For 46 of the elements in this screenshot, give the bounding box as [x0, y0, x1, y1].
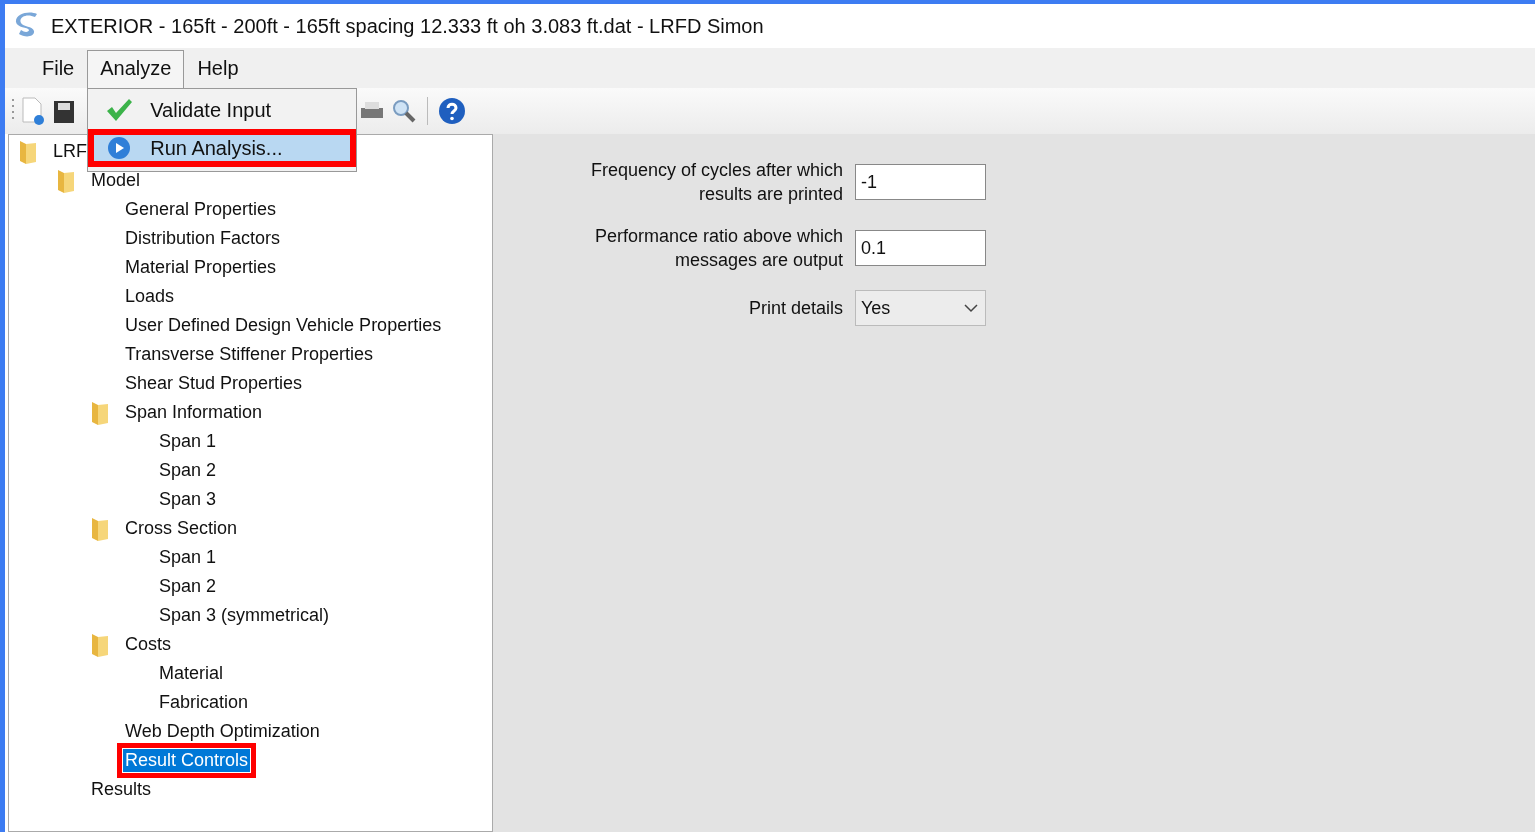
menu-entry[interactable]: Validate Input — [88, 91, 357, 129]
menu-entry[interactable]: Run Analysis... — [88, 129, 357, 167]
tree-item[interactable]: LRF — [51, 140, 89, 163]
field-label: Frequency of cycles after which results are printed — [589, 159, 843, 206]
tree-item[interactable]: Loads — [123, 285, 177, 308]
tree-item[interactable]: Cross Section — [123, 517, 240, 540]
folder-icon — [89, 515, 111, 542]
tree-item[interactable]: General Properties — [123, 198, 279, 221]
menu-item[interactable]: File — [29, 50, 88, 88]
tree-item[interactable]: Model — [89, 169, 143, 192]
tree-item[interactable]: Costs — [123, 633, 173, 656]
dropdown-field[interactable]: Yes — [855, 290, 986, 326]
folder-icon — [55, 167, 77, 194]
new-document-icon[interactable] — [21, 96, 47, 126]
field-label: Performance ratio above which messages are output — [593, 225, 843, 272]
menu-item[interactable]: Help — [184, 50, 252, 88]
tree-item[interactable]: Web Depth Optimization — [123, 720, 322, 743]
tree-item[interactable]: Span 1 — [157, 430, 219, 453]
save-icon[interactable] — [53, 98, 75, 124]
tree-item[interactable]: Distribution Factors — [123, 227, 283, 250]
tree-item[interactable]: Span 1 — [157, 546, 219, 569]
help-icon[interactable] — [438, 97, 466, 125]
folder-icon — [89, 631, 111, 658]
chevron-icon — [963, 303, 979, 313]
folder-icon — [89, 399, 111, 426]
folder-icon — [17, 138, 39, 165]
tree-item[interactable]: Fabrication — [157, 691, 251, 714]
search-icon[interactable] — [391, 98, 417, 124]
tree-item[interactable]: Span 3 (symmetrical) — [157, 604, 332, 627]
tree-item[interactable]: Material — [157, 662, 226, 685]
tree-item[interactable]: Span 2 — [157, 575, 219, 598]
tree-item[interactable]: Results — [89, 778, 154, 801]
checkmark-icon — [105, 97, 134, 123]
window-title: EXTERIOR - 165ft - 200ft - 165ft spacing 12.333 ft oh 3.083 ft.dat - LRFD Simon — [51, 14, 764, 38]
tree-item[interactable]: User Defined Design Vehicle Properties — [123, 314, 444, 337]
tree-item[interactable]: Material Properties — [123, 256, 279, 279]
tree-item[interactable]: Span 3 — [157, 488, 219, 511]
tree-item[interactable]: Span Information — [123, 401, 265, 424]
tree-item[interactable]: Shear Stud Properties — [123, 372, 305, 395]
tree-item[interactable]: Span 2 — [157, 459, 219, 482]
input-field[interactable]: 0.1 — [855, 230, 986, 266]
menu-item[interactable]: Analyze — [87, 50, 185, 88]
input-field[interactable]: -1 — [855, 164, 986, 200]
play-icon — [107, 136, 132, 160]
field-label: Print details — [747, 297, 843, 320]
tree-item[interactable]: Transverse Stiffener Properties — [123, 343, 376, 366]
